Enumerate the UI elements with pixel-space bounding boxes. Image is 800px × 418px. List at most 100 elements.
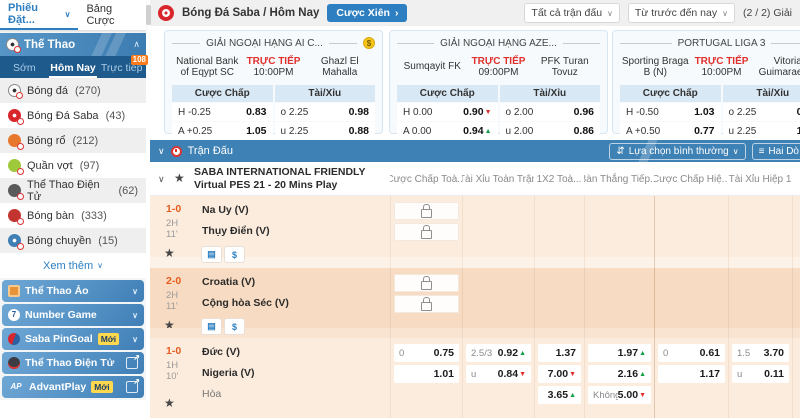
sports-panel-header[interactable]: Thế Thao ∧: [0, 33, 146, 56]
odds-cell[interactable]: 1.37: [538, 344, 581, 362]
tennis-icon: [8, 159, 21, 172]
table-tennis-icon: [8, 209, 21, 222]
panel-drag-handle[interactable]: [146, 5, 151, 25]
odds-cell[interactable]: 1.97▲: [588, 344, 651, 362]
odds-cell[interactable]: 1.17: [658, 365, 725, 383]
time-filter-dropdown[interactable]: Từ trước đến nay ∨: [628, 3, 735, 23]
odds-cell[interactable]: H -0.50 1.03: [620, 103, 721, 121]
league-count: (2 / 2) Giải: [743, 7, 792, 19]
bet-builder-icon[interactable]: ▤: [202, 247, 221, 262]
bet-slip-label: Phiếu Đặt...: [8, 2, 62, 26]
odds-value: 5.00: [618, 389, 638, 401]
match-filter-dropdown[interactable]: Tất cả trận đấu ∨: [524, 3, 619, 23]
chevron-down-icon[interactable]: ∨: [158, 174, 165, 185]
odds-cell[interactable]: u 2.25 1.03: [723, 122, 800, 140]
sidebar-item-esports[interactable]: Thể Thao Điện Tử (62): [0, 178, 146, 203]
col-header-1x2-h1: 1X: [792, 162, 800, 196]
bet-board-label: Bảng Cược: [86, 3, 138, 27]
odds-cell[interactable]: o 2.25 0.77: [723, 103, 800, 121]
cashout-dollar-icon[interactable]: $: [225, 247, 244, 262]
odds-cell[interactable]: H -0.25 0.83: [172, 103, 273, 121]
home-team: Na Uy (V): [202, 204, 249, 216]
bet-builder-icon[interactable]: ▤: [202, 319, 221, 334]
sport-label: Bóng Đá Saba: [27, 110, 99, 122]
volleyball-icon: [8, 234, 21, 247]
away-team: Cộng hòa Séc (V): [202, 297, 289, 309]
tab-bet-board[interactable]: Bảng Cược: [78, 1, 146, 29]
sidebar-section-advantplay[interactable]: AP AdvantPlay Mới: [2, 376, 144, 398]
chevron-down-icon: ∨: [132, 287, 138, 296]
odds-cell[interactable]: 2.5/3 0.92▲: [466, 344, 531, 362]
sidebar-section-esports[interactable]: Thể Thao Điện Tử: [2, 352, 144, 374]
league-header-row: ∨ ★ SABA INTERNATIONAL FRIENDLY Virtual …: [150, 162, 800, 196]
locked-odds-cell[interactable]: [394, 274, 459, 292]
trend-up-icon: ▲: [485, 128, 492, 135]
main-content: Bóng Đá Saba / Hôm Nay Cược Xiên › Tất c…: [150, 0, 800, 400]
locked-odds-cell[interactable]: [394, 295, 459, 313]
favorite-star-icon[interactable]: ★: [164, 396, 175, 410]
sport-count: (270): [75, 85, 101, 97]
odds-cell[interactable]: Không ... 5.00▼: [588, 386, 651, 404]
featured-card: PORTUGAL LIGA 3 Sporting Braga B (N) TRỰ…: [612, 30, 800, 134]
sidebar-section-number-game[interactable]: 7 Number Game ∨: [2, 304, 144, 326]
home-team: Sumqayit FK: [397, 61, 468, 73]
sidebar-item-soccer[interactable]: Bóng đá (270): [0, 78, 146, 103]
sidebar-section-pingoal[interactable]: Saba PinGoal Mới ∨: [2, 328, 144, 350]
odds-value: 1.05: [246, 125, 266, 137]
tab-bet-slip[interactable]: Phiếu Đặt... ∨: [0, 0, 78, 30]
odds-cell[interactable]: u 2.00 0.86: [500, 122, 601, 140]
trend-up-icon: ▲: [639, 350, 646, 357]
show-more-label: Xem thêm: [43, 260, 93, 272]
odds-cell[interactable]: 1.01: [394, 365, 459, 383]
odds-value: 0.61: [700, 347, 720, 359]
coin-icon: $: [363, 37, 375, 49]
match-minute: 10': [166, 371, 178, 382]
odds-cell[interactable]: o 2.00 0.96: [500, 103, 601, 121]
tab-today[interactable]: Hôm Nay: [49, 62, 98, 78]
odds-cell[interactable]: u 0.11: [732, 365, 789, 383]
odds-grid: [390, 196, 800, 268]
locked-odds-cell[interactable]: [394, 202, 459, 220]
odds-cell[interactable]: A +0.50 0.77: [620, 122, 721, 140]
locked-odds-cell[interactable]: [394, 223, 459, 241]
odds-cell[interactable]: A +0.25 1.05: [172, 122, 273, 140]
tab-live[interactable]: Trực tiếp 108: [97, 62, 146, 78]
odds-cell[interactable]: u 2.25 0.88: [275, 122, 376, 140]
sidebar-item-volleyball[interactable]: Bóng chuyền (15): [0, 228, 146, 253]
show-more-button[interactable]: Xem thêm ∨: [0, 253, 146, 278]
trend-down-icon: ▼: [569, 371, 576, 378]
view-mode-button[interactable]: ≡ Hai Dò: [752, 143, 800, 160]
sidebar-item-table-tennis[interactable]: Bóng bàn (333): [0, 203, 146, 228]
odds-label: u: [471, 369, 476, 380]
section-label: Saba PinGoal: [25, 333, 93, 345]
odds-cell[interactable]: 0 0.61: [658, 344, 725, 362]
odds-cell[interactable]: H 0.00 0.90▼: [397, 103, 498, 121]
tab-early[interactable]: Sớm: [0, 62, 49, 78]
chevron-down-icon: ∨: [722, 9, 728, 18]
odds-value: 0.86: [574, 125, 594, 137]
sort-mode-dropdown[interactable]: ⇵ Lựa chọn bình thường ∨: [609, 143, 745, 160]
odds-cell[interactable]: A 0.00 0.94▲: [397, 122, 498, 140]
odds-label: Không ...: [593, 390, 618, 401]
sidebar-item-basketball[interactable]: Bóng rổ (212): [0, 128, 146, 153]
sidebar-item-tennis[interactable]: Quần vợt (97): [0, 153, 146, 178]
parlay-button[interactable]: Cược Xiên ›: [327, 4, 407, 22]
odds-cell[interactable]: 7.00▼: [538, 365, 581, 383]
odds-cell[interactable]: 2.16▲: [588, 365, 651, 383]
odds-cell[interactable]: u 0.84▼: [466, 365, 531, 383]
sport-count: (62): [118, 185, 138, 197]
favorite-star-icon[interactable]: ★: [174, 171, 185, 185]
sport-count: (97): [80, 160, 100, 172]
odds-cell[interactable]: 3.65▲: [538, 386, 581, 404]
chevron-down-icon[interactable]: ∨: [158, 146, 165, 157]
odds-cell[interactable]: 1.5 3.70: [732, 344, 789, 362]
trend-down-icon: ▼: [519, 371, 526, 378]
odds-label: o 2.00: [506, 107, 534, 118]
odds-cell[interactable]: o 2.25 0.98: [275, 103, 376, 121]
sidebar-section-virtual-sports[interactable]: Thể Thao Ảo ∨: [2, 280, 144, 302]
odds-cell[interactable]: 0 0.75: [394, 344, 459, 362]
col-header-overunder-h1: Tài Xỉu Hiệp 1: [728, 162, 792, 196]
odds-label: A +0.25: [178, 126, 212, 137]
sidebar-item-saba-soccer[interactable]: Bóng Đá Saba (43): [0, 103, 146, 128]
cashout-dollar-icon[interactable]: $: [225, 319, 244, 334]
